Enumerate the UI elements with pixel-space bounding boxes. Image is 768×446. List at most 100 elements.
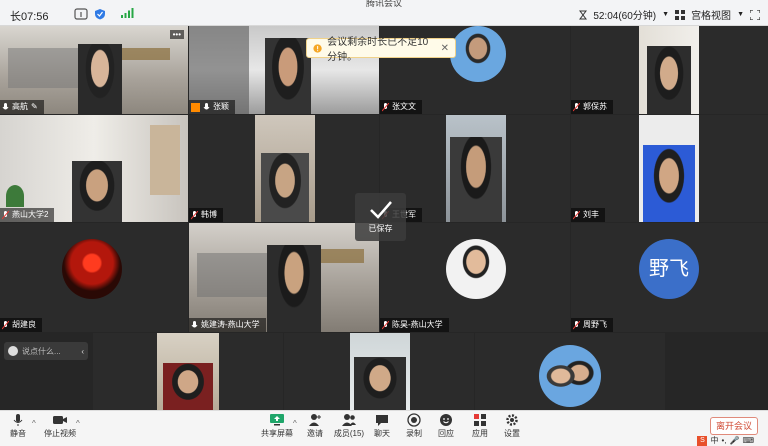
participant-video <box>72 161 122 222</box>
participant-name: 陈昊-燕山大学 <box>380 318 449 332</box>
apps-button[interactable]: 应用 <box>462 413 498 439</box>
mic-muted-icon <box>382 320 389 329</box>
settings-button[interactable]: 设置 <box>494 413 530 439</box>
shield-icon[interactable] <box>94 8 106 20</box>
mute-button[interactable]: 静音 <box>0 413 36 439</box>
video-tile[interactable]: 胡建良 <box>0 223 188 332</box>
video-tile[interactable]: 野飞 周野飞 <box>571 223 768 332</box>
chat-icon <box>376 415 388 426</box>
share-screen-icon <box>270 414 284 426</box>
warning-icon <box>313 43 322 53</box>
invite-button[interactable]: 邀请 <box>297 413 333 439</box>
apps-icon <box>474 414 486 426</box>
ime-mic-icon: 🎤 <box>729 436 740 445</box>
video-tile[interactable]: 韩博 <box>189 115 379 222</box>
top-bar: 腾讯会议 长07:56 52:04(60分钟) ▼ 宫格视图 ▼ <box>0 0 768 26</box>
leave-meeting-button[interactable]: 离开会议 <box>710 417 758 435</box>
participant-name: 燕山大学2 <box>0 208 55 222</box>
participant-name: 郭保苏 <box>571 100 613 114</box>
edit-icon[interactable]: ✎ <box>31 100 38 114</box>
members-button[interactable]: 成员(15) <box>330 413 368 439</box>
participant-figure <box>354 357 406 410</box>
time-warning-toast: 会议剩余时长已不足10分钟。 ✕ <box>306 37 456 63</box>
collapse-icon[interactable]: ‹ <box>81 347 84 356</box>
view-dropdown[interactable]: ▼ <box>737 11 744 18</box>
mic-muted-icon <box>191 210 198 219</box>
participant-name: 张颖 <box>189 100 235 114</box>
camera-icon <box>53 416 67 424</box>
video-tile[interactable] <box>284 333 474 410</box>
mic-icon <box>191 320 198 327</box>
video-tile[interactable]: 姚建涛-燕山大学 <box>189 223 379 332</box>
participant-avatar: 野飞 <box>639 239 699 299</box>
video-tile[interactable] <box>93 333 283 410</box>
video-options-caret[interactable]: ^ <box>76 419 80 428</box>
chat-input[interactable]: 说点什么... ‹ <box>4 342 88 360</box>
stop-video-button[interactable]: 停止视频 <box>40 413 80 439</box>
members-icon <box>342 414 356 426</box>
participant-avatar <box>446 239 506 299</box>
view-mode-button[interactable]: 宫格视图 <box>691 7 731 22</box>
user-icon <box>191 102 200 112</box>
chat-button[interactable]: 聊天 <box>364 413 400 439</box>
mic-icon <box>203 102 210 109</box>
mic-icon <box>13 414 23 426</box>
mic-muted-icon <box>573 102 580 111</box>
ime-punct-icon: •, <box>721 436 727 445</box>
chat-placeholder: 说点什么... <box>22 346 61 356</box>
video-tile[interactable]: 王世军 <box>380 115 570 222</box>
record-button[interactable]: 录制 <box>396 413 432 439</box>
reaction-icon <box>440 414 452 426</box>
participant-video <box>267 245 321 332</box>
checkmark-icon <box>369 201 392 219</box>
grid-view-icon <box>675 9 686 20</box>
ime-keyboard-icon: ⌨ <box>742 436 754 445</box>
toast-text: 会议剩余时长已不足10分钟。 <box>327 37 429 63</box>
emoji-icon[interactable] <box>8 346 18 356</box>
mic-muted-icon <box>2 320 9 329</box>
add-user-icon <box>309 414 321 426</box>
video-tile[interactable]: 燕山大学2 <box>0 115 188 222</box>
meeting-duration: 52:04(60分钟) <box>593 11 657 22</box>
record-icon <box>407 413 421 427</box>
fullscreen-icon[interactable] <box>750 9 760 20</box>
participant-video <box>265 38 311 114</box>
mic-icon <box>2 102 9 109</box>
sogou-icon: S <box>697 435 708 446</box>
meeting-timer: 长07:56 <box>10 11 49 23</box>
video-tile[interactable]: ••• 高航 ✎ <box>0 26 188 114</box>
ime-language[interactable]: 中 <box>710 435 718 446</box>
participant-name: 胡建良 <box>0 318 42 332</box>
participant-name: 周野飞 <box>571 318 613 332</box>
signal-icon[interactable] <box>120 7 134 19</box>
mic-muted-icon <box>382 102 389 111</box>
participant-name: 姚建涛-燕山大学 <box>189 318 266 332</box>
close-icon[interactable]: ✕ <box>441 43 449 54</box>
video-tile[interactable]: 郭保苏 <box>571 26 768 114</box>
mute-options-caret[interactable]: ^ <box>32 419 36 428</box>
more-icon[interactable]: ••• <box>169 30 184 39</box>
video-tile[interactable] <box>475 333 665 410</box>
participant-avatar <box>539 345 601 407</box>
mic-muted-icon <box>573 210 580 219</box>
participant-figure <box>450 137 502 222</box>
participant-name: 刘丰 <box>571 208 605 222</box>
bottom-toolbar: 静音 ^ 停止视频 ^ 共享屏幕 ^ 邀请 成员(15) 聊天 录制 回应 应用… <box>0 410 768 446</box>
mic-muted-icon <box>573 320 580 329</box>
ime-toolbar[interactable]: S 中 •, 🎤 ⌨ <box>697 435 754 446</box>
participant-figure <box>261 153 309 222</box>
share-screen-button[interactable]: 共享屏幕 <box>258 413 296 439</box>
mic-muted-icon <box>2 210 9 219</box>
video-tile[interactable]: 刘丰 <box>571 115 768 222</box>
info-icon[interactable] <box>74 8 88 20</box>
saved-indicator: 已保存 <box>355 193 406 241</box>
duration-dropdown[interactable]: ▼ <box>662 11 669 18</box>
reaction-button[interactable]: 回应 <box>428 413 464 439</box>
participant-video <box>78 44 122 114</box>
participant-avatar <box>62 239 122 299</box>
participant-name: 高航 ✎ <box>0 100 44 114</box>
participant-name: 张文文 <box>380 100 422 114</box>
participant-name: 韩博 <box>189 208 223 222</box>
video-tile[interactable]: 陈昊-燕山大学 <box>380 223 570 332</box>
hourglass-icon <box>579 10 588 19</box>
